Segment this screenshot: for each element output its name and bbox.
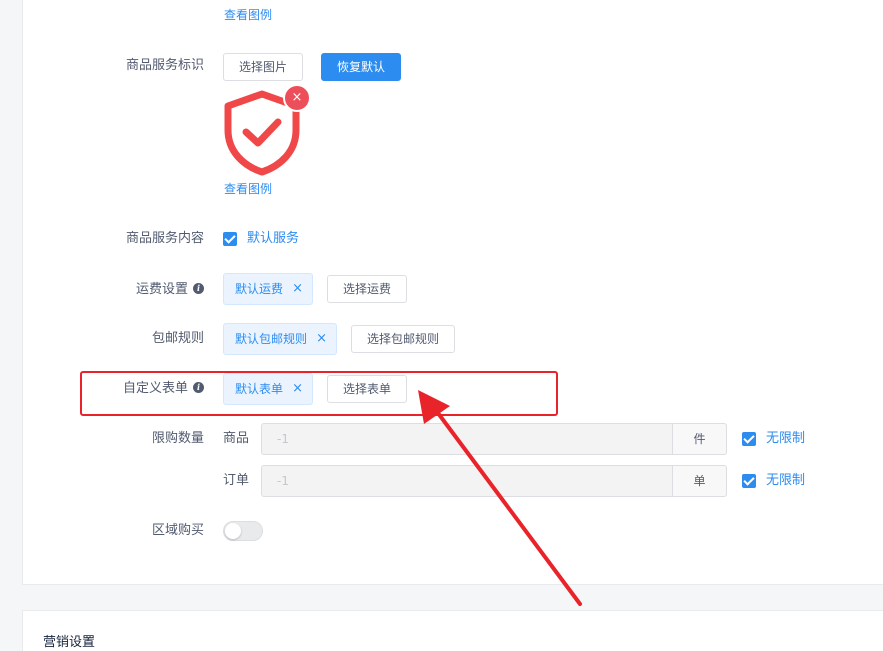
- free-shipping-tag: 默认包邮规则 ×: [223, 323, 337, 355]
- marketing-card: 营销设置: [22, 610, 883, 651]
- reset-default-button[interactable]: 恢复默认: [321, 53, 401, 81]
- order-unlimited-label[interactable]: 无限制: [766, 471, 805, 491]
- close-icon[interactable]: ×: [292, 274, 303, 304]
- default-service-checkbox[interactable]: [223, 232, 237, 246]
- order-unlimited-checkbox[interactable]: [742, 474, 756, 488]
- service-icon-example-link[interactable]: 查看图例: [224, 180, 272, 197]
- order-limit-input[interactable]: -1: [261, 465, 673, 497]
- service-content-label: 商品服务内容: [125, 231, 204, 246]
- product-limit-unit: 件: [673, 423, 727, 455]
- product-unlimited-checkbox[interactable]: [742, 432, 756, 446]
- order-limit-label: 订单: [223, 473, 250, 488]
- select-image-button[interactable]: 选择图片: [223, 53, 303, 81]
- region-purchase-label: 区域购买: [151, 523, 204, 538]
- free-shipping-tag-label: 默认包邮规则: [235, 332, 308, 346]
- remove-image-icon[interactable]: ×: [283, 84, 311, 112]
- marketing-title: 营销设置: [43, 635, 96, 650]
- region-purchase-switch[interactable]: [223, 521, 263, 541]
- top-example-link[interactable]: 查看图例: [224, 6, 272, 23]
- close-icon[interactable]: ×: [316, 324, 327, 354]
- shipping-tag-label: 默认运费: [235, 282, 284, 296]
- service-icon-label: 商品服务标识: [125, 58, 204, 73]
- select-free-shipping-button[interactable]: 选择包邮规则: [351, 325, 455, 353]
- shipping-label-text: 运费设置: [135, 282, 188, 297]
- order-limit-unit: 单: [673, 465, 727, 497]
- info-icon[interactable]: i: [193, 283, 204, 294]
- product-limit-label: 商品: [223, 431, 250, 446]
- free-shipping-label: 包邮规则: [151, 331, 204, 346]
- shipping-tag: 默认运费 ×: [223, 273, 313, 305]
- default-service-checkbox-label[interactable]: 默认服务: [247, 229, 299, 249]
- highlight-box: [80, 371, 558, 416]
- purchase-limit-label: 限购数量: [151, 431, 204, 446]
- product-unlimited-label[interactable]: 无限制: [766, 429, 805, 449]
- product-limit-input[interactable]: -1: [261, 423, 673, 455]
- select-shipping-button[interactable]: 选择运费: [327, 275, 407, 303]
- shipping-label: 运费设置 i: [4, 280, 204, 300]
